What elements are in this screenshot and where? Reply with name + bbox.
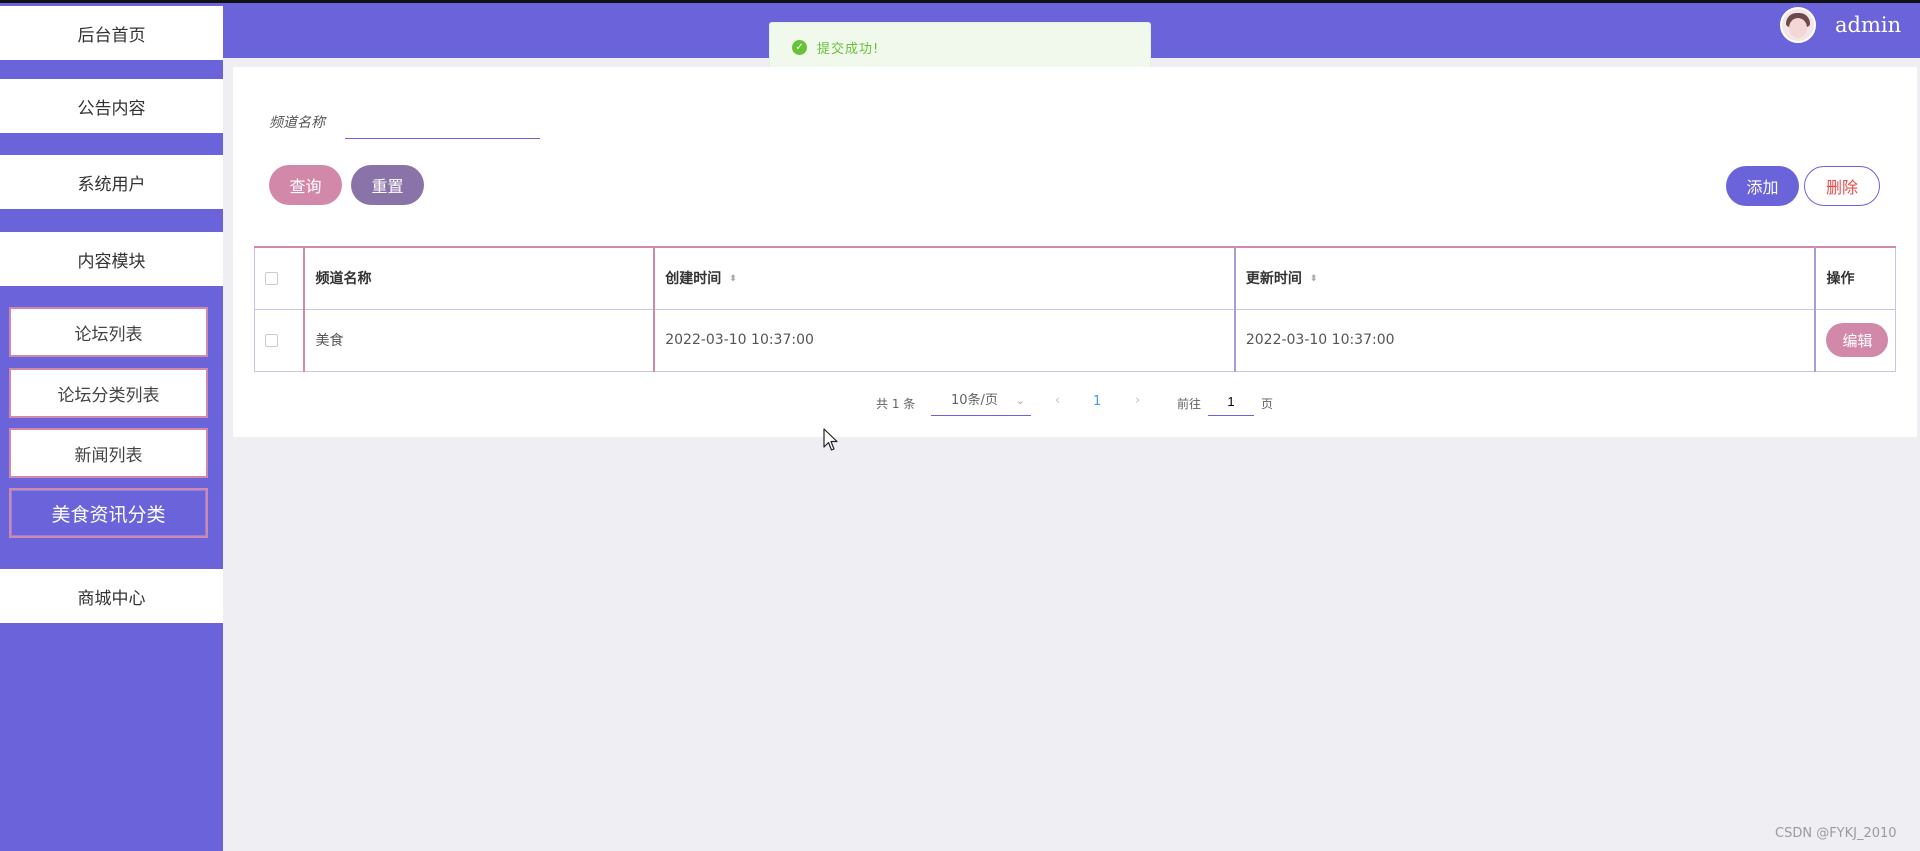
reset-button[interactable]: 重置	[351, 165, 424, 205]
sidebar-item-announcements[interactable]: 公告内容	[0, 79, 223, 133]
sidebar-subitem-label: 新闻列表	[74, 445, 143, 466]
cell-actions: 编辑	[1814, 308, 1897, 372]
sidebar-item-label: 内容模块	[77, 251, 146, 272]
query-button[interactable]: 查询	[269, 165, 342, 205]
success-toast: ✓ 提交成功!	[769, 22, 1151, 72]
row-select-cell	[254, 308, 305, 372]
channel-name-input[interactable]	[345, 103, 540, 139]
pagination-total: 共 1 条	[876, 397, 916, 411]
select-all-cell	[254, 246, 305, 310]
sidebar-item-label: 商城中心	[77, 588, 146, 609]
data-table: 频道名称 创建时间 ⬍ 更新时间 ⬍ 操作 美食 2022-03-10 10:37:…	[254, 246, 1897, 372]
sidebar-subitem-forum-category-list[interactable]: 论坛分类列表	[9, 368, 208, 418]
sidebar-subitem-label: 论坛分类列表	[57, 385, 160, 406]
sidebar-item-label: 后台首页	[77, 25, 146, 46]
edit-button[interactable]: 编辑	[1826, 323, 1889, 357]
search-label: 频道名称	[269, 115, 325, 131]
avatar-face	[1789, 18, 1807, 38]
row-checkbox[interactable]	[265, 333, 278, 347]
sidebar-subitem-label: 论坛列表	[74, 324, 143, 345]
cell-created-time: 2022-03-10 10:37:00	[653, 308, 1236, 372]
goto-unit: 页	[1261, 397, 1274, 411]
page-size-value: 10条/页	[951, 393, 998, 408]
watermark: CSDN @FYKJ_2010	[1775, 826, 1897, 841]
column-header-updated-time[interactable]: 更新时间 ⬍	[1233, 246, 1816, 310]
goto-label: 前往	[1177, 397, 1202, 411]
sidebar-subitem-forum-list[interactable]: 论坛列表	[9, 307, 208, 357]
table-header-row: 频道名称 创建时间 ⬍ 更新时间 ⬍ 操作	[254, 246, 1897, 310]
sidebar-item-label: 系统用户	[77, 174, 146, 195]
sidebar-item-content-module[interactable]: 内容模块	[0, 232, 223, 286]
pagination: 共 1 条 10条/页 ⌄ ‹ 1 › 前往 页	[233, 387, 1917, 417]
column-header-label: 更新时间	[1245, 271, 1302, 288]
chevron-down-icon: ⌄	[1015, 394, 1025, 407]
cell-updated-time: 2022-03-10 10:37:00	[1233, 308, 1816, 372]
check-circle-icon: ✓	[792, 39, 807, 55]
sidebar-subitem-food-news-category[interactable]: 美食资讯分类	[9, 488, 208, 538]
sidebar-subitem-label: 美食资讯分类	[51, 503, 166, 526]
cell-channel-name: 美食	[303, 308, 655, 372]
sidebar-subitem-news-list[interactable]: 新闻列表	[9, 428, 208, 478]
column-header-actions: 操作	[1814, 246, 1897, 310]
sidebar-item-home[interactable]: 后台首页	[0, 6, 223, 60]
mouse-cursor-icon	[823, 428, 838, 451]
column-header-channel-name: 频道名称	[303, 246, 655, 310]
add-button[interactable]: 添加	[1726, 166, 1799, 206]
main-panel: 频道名称 查询 重置 添加 删除 频道名称 创建时间 ⬍ 更新时间 ⬍ 操作 美食	[233, 67, 1917, 437]
select-all-checkbox[interactable]	[265, 271, 278, 285]
username[interactable]: admin	[1835, 13, 1901, 37]
column-header-created-time[interactable]: 创建时间 ⬍	[653, 246, 1236, 310]
sidebar-item-system-users[interactable]: 系统用户	[0, 155, 223, 209]
sidebar-item-label: 公告内容	[77, 98, 146, 119]
chevron-right-icon[interactable]: ›	[1135, 393, 1140, 408]
column-header-label: 创建时间	[665, 271, 722, 288]
toast-message: 提交成功!	[817, 41, 880, 57]
chevron-left-icon[interactable]: ‹	[1055, 393, 1060, 408]
sidebar: 后台首页 公告内容 系统用户 内容模块 论坛列表 论坛分类列表 新闻列表 美食资…	[0, 3, 223, 851]
page-number-current[interactable]: 1	[1093, 394, 1101, 409]
goto-page-input[interactable]	[1208, 388, 1254, 416]
table-row: 美食 2022-03-10 10:37:00 2022-03-10 10:37:…	[254, 308, 1897, 372]
sidebar-item-mall-center[interactable]: 商城中心	[0, 569, 223, 623]
sort-icon[interactable]: ⬍	[729, 274, 737, 284]
delete-button[interactable]: 删除	[1804, 166, 1880, 206]
avatar[interactable]	[1780, 7, 1816, 43]
page-size-select[interactable]: 10条/页 ⌄	[931, 388, 1031, 416]
sort-icon[interactable]: ⬍	[1310, 274, 1318, 284]
